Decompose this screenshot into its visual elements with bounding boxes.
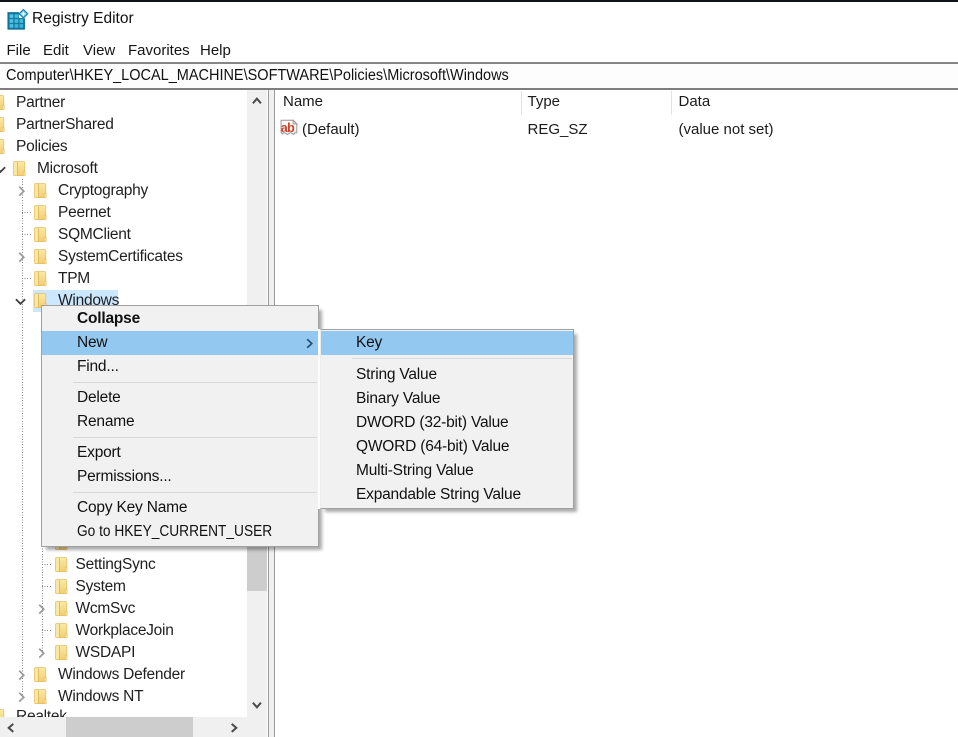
svg-text:ab: ab xyxy=(281,121,295,135)
